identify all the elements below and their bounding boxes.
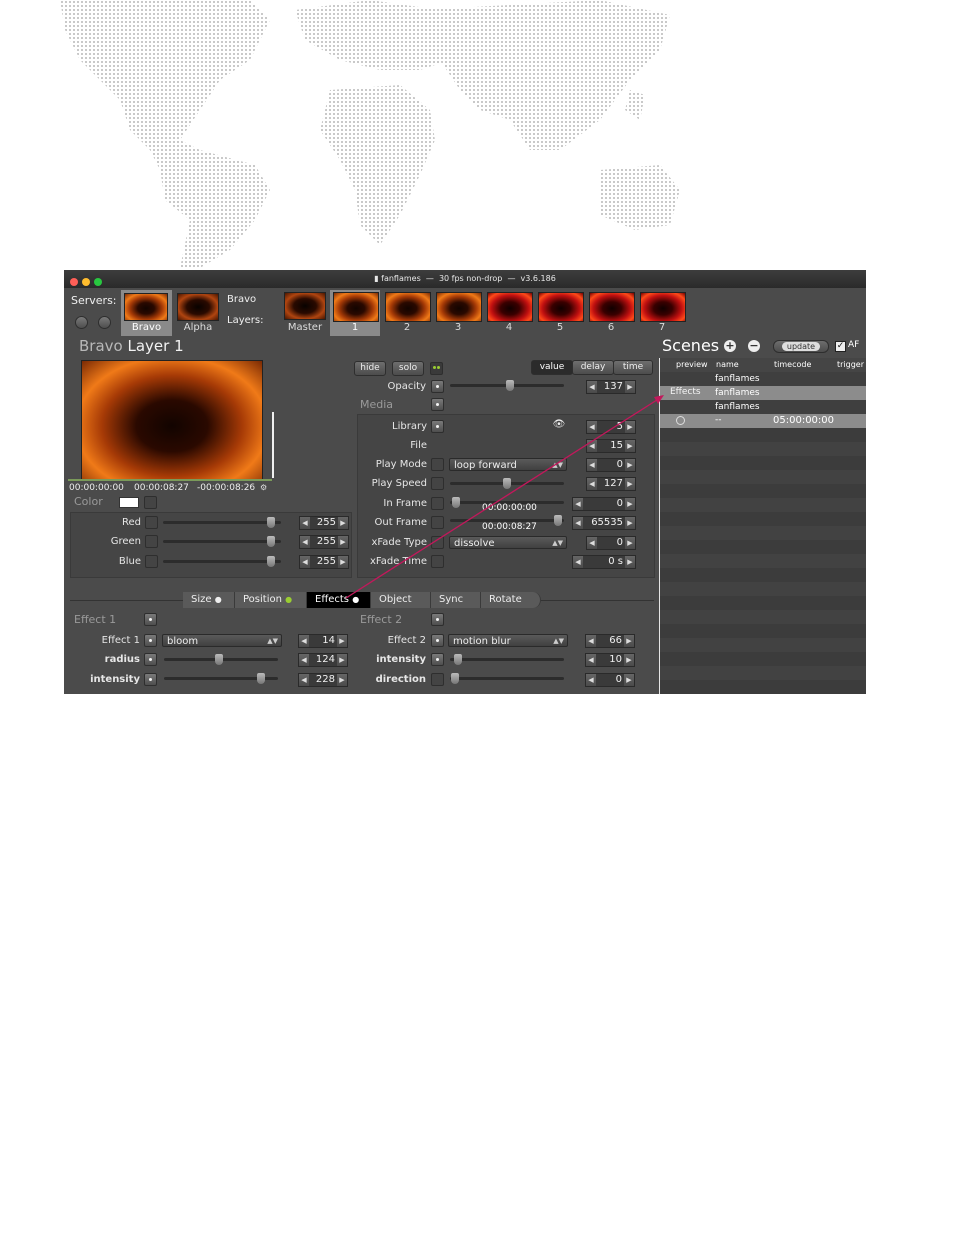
callout-arrow [345, 395, 664, 599]
app-window: ▮ fanflames — 30 fps non-drop — v3.6.186… [64, 270, 866, 694]
world-map-graphic [60, 0, 680, 268]
